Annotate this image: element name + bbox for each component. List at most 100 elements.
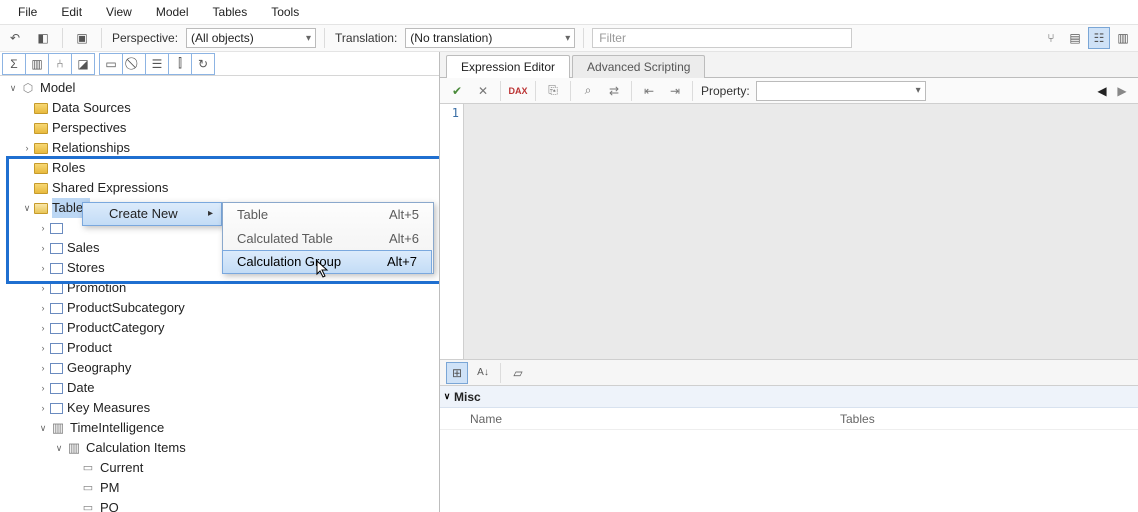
model-tree[interactable]: ∨ Model Data Sources Perspectives › Relati… (0, 76, 439, 512)
outdent-icon[interactable]: ⇥ (664, 80, 686, 102)
expander[interactable]: › (36, 358, 50, 378)
prop-row-name[interactable]: Name Tables (440, 408, 1138, 430)
ctx-create-new[interactable]: Create New (82, 202, 222, 226)
replace-icon[interactable]: ⇄ (603, 80, 625, 102)
rows-icon[interactable]: ☰ (146, 54, 168, 74)
tree-table-productsubcategory[interactable]: ProductSubcategory (67, 298, 185, 318)
tree-table-productcategory[interactable]: ProductCategory (67, 318, 165, 338)
tree-item-pm[interactable]: PM (100, 478, 120, 498)
hierarchy-icon[interactable]: ⑃ (49, 54, 71, 74)
dax-icon[interactable]: DAX (507, 80, 529, 102)
table-icon (50, 263, 63, 274)
sub-table[interactable]: TableAlt+5 (223, 203, 433, 227)
alphabetical-button[interactable]: A↓ (472, 362, 494, 384)
expander[interactable]: ∨ (52, 438, 66, 458)
cube-icon[interactable]: ▣ (71, 27, 93, 49)
view2-button[interactable]: ☷ (1088, 27, 1110, 49)
tree-table-date[interactable]: Date (67, 378, 94, 398)
cancel-icon[interactable]: ✕ (472, 80, 494, 102)
folder-icon (34, 203, 48, 214)
tree-item-current[interactable]: Current (100, 458, 143, 478)
comment-icon[interactable]: ⎘ (542, 80, 564, 102)
menu-tables[interactable]: Tables (201, 1, 260, 23)
tree-root[interactable]: Model (40, 78, 75, 98)
tree-table-sales[interactable]: Sales (67, 238, 100, 258)
nav-forward-button[interactable]: ▶ (1112, 81, 1132, 101)
tab-expression-editor[interactable]: Expression Editor (446, 55, 570, 78)
filter-input[interactable]: Filter (592, 28, 852, 48)
tree-relationships[interactable]: Relationships (52, 138, 130, 158)
tree-timeintel[interactable]: TimeIntelligence (70, 418, 164, 438)
package-icon[interactable]: ◧ (32, 27, 54, 49)
expander[interactable]: › (36, 278, 50, 298)
item-icon (80, 480, 96, 496)
tab-advanced-scripting[interactable]: Advanced Scripting (572, 55, 705, 78)
columns-icon[interactable]: ▥ (26, 54, 48, 74)
expander[interactable]: › (36, 318, 50, 338)
tree-table-product[interactable]: Product (67, 338, 112, 358)
sub-calculation-group[interactable]: Calculation GroupAlt+7 (222, 250, 432, 274)
table-icon (50, 243, 63, 254)
folder-icon (34, 163, 48, 174)
expander[interactable]: ∨ (36, 418, 50, 438)
editor-area[interactable] (464, 104, 1138, 359)
sub-calculation-group-label: Calculation Group (237, 252, 341, 272)
sub-calculated-table[interactable]: Calculated TableAlt+6 (223, 227, 433, 251)
expander[interactable]: › (36, 258, 50, 278)
tree-table-stores[interactable]: Stores (67, 258, 105, 278)
refresh-icon[interactable]: ↻ (192, 54, 214, 74)
property-combo[interactable] (756, 81, 926, 101)
categorized-button[interactable]: ⊞ (446, 362, 468, 384)
tree-calcitems[interactable]: Calculation Items (86, 438, 186, 458)
sub-calculated-table-shortcut: Alt+6 (389, 229, 419, 249)
menubar: File Edit View Model Tables Tools (0, 0, 1138, 24)
translation-value: (No translation) (410, 31, 492, 45)
editor-toolbar: ✔ ✕ DAX ⎘ ⌕ ⇄ ⇤ ⇥ Property: ◀ ▶ (440, 78, 1138, 104)
tree-table-promotion[interactable]: Promotion (67, 278, 126, 298)
cube2-icon[interactable]: ◪ (72, 54, 94, 74)
expander[interactable]: › (36, 398, 50, 418)
expander[interactable]: › (36, 378, 50, 398)
view3-button[interactable]: ▥ (1112, 27, 1134, 49)
expander[interactable]: ∨ (6, 78, 20, 98)
expander[interactable]: › (36, 218, 50, 238)
undo-button[interactable]: ↶ (4, 27, 26, 49)
expander[interactable]: › (36, 238, 50, 258)
table-icon (50, 303, 63, 314)
tree-datasources[interactable]: Data Sources (52, 98, 131, 118)
accept-icon[interactable]: ✔ (446, 80, 468, 102)
tree-item-pq[interactable]: PQ (100, 498, 119, 512)
tree-roles[interactable]: Roles (52, 158, 85, 178)
expander[interactable]: ∨ (20, 198, 34, 218)
menu-view[interactable]: View (94, 1, 144, 23)
tree-perspectives[interactable]: Perspectives (52, 118, 126, 138)
find-icon[interactable]: ⌕ (577, 80, 599, 102)
menu-file[interactable]: File (6, 1, 49, 23)
view1-button[interactable]: ▤ (1064, 27, 1086, 49)
main-toolbar: ↶ ◧ ▣ Perspective: (All objects) Transla… (0, 24, 1138, 52)
model-icon (20, 80, 36, 96)
sigma-icon[interactable]: Σ (3, 54, 25, 74)
tree-table-geography[interactable]: Geography (67, 358, 131, 378)
menu-edit[interactable]: Edit (49, 1, 94, 23)
folder-btn[interactable]: ▭ (100, 54, 122, 74)
prop-category[interactable]: ∨Misc (440, 386, 1138, 408)
indent-icon[interactable]: ⇤ (638, 80, 660, 102)
expander[interactable]: › (36, 298, 50, 318)
nav-back-button[interactable]: ◀ (1092, 81, 1112, 101)
expander[interactable]: › (20, 138, 34, 158)
slash-icon[interactable]: ⃠ (123, 54, 145, 74)
menu-model[interactable]: Model (144, 1, 201, 23)
chart-icon[interactable]: ⫿ (169, 54, 191, 74)
prop-page-icon[interactable]: ▱ (507, 362, 529, 384)
translation-combo[interactable]: (No translation) (405, 28, 575, 48)
tree-table-keymeasures[interactable]: Key Measures (67, 398, 150, 418)
menu-tools[interactable]: Tools (259, 1, 311, 23)
group-2: ▭ ⃠ ☰ ⫿ ↻ (99, 53, 215, 75)
perspective-combo[interactable]: (All objects) (186, 28, 316, 48)
filter-icon[interactable]: ⑂ (1040, 27, 1062, 49)
tree-sharedexpr[interactable]: Shared Expressions (52, 178, 168, 198)
main-area: Σ ▥ ⑃ ◪ ▭ ⃠ ☰ ⫿ ↻ ∨ Model Data Sources Pe… (0, 52, 1138, 512)
expander[interactable]: › (36, 338, 50, 358)
item-icon (80, 500, 96, 512)
